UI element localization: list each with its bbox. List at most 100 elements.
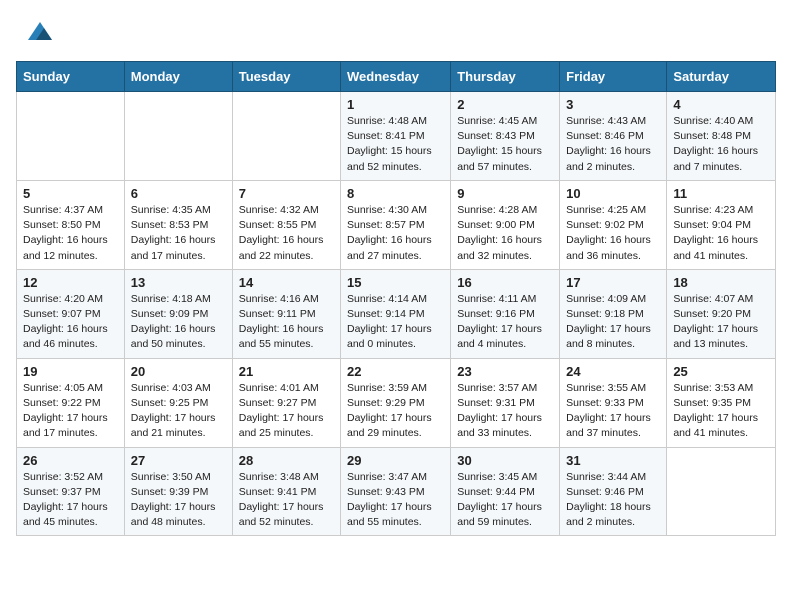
cell-info: Sunrise: 4:23 AM Sunset: 9:04 PM Dayligh… <box>673 203 769 264</box>
day-number: 12 <box>23 275 118 290</box>
cell-info: Sunrise: 4:48 AM Sunset: 8:41 PM Dayligh… <box>347 114 444 175</box>
logo <box>24 18 54 51</box>
cell-info: Sunrise: 4:35 AM Sunset: 8:53 PM Dayligh… <box>131 203 226 264</box>
cell-info: Sunrise: 3:52 AM Sunset: 9:37 PM Dayligh… <box>23 470 118 531</box>
cell-info: Sunrise: 3:47 AM Sunset: 9:43 PM Dayligh… <box>347 470 444 531</box>
day-number: 23 <box>457 364 553 379</box>
cell-info: Sunrise: 4:03 AM Sunset: 9:25 PM Dayligh… <box>131 381 226 442</box>
calendar-cell: 27 Sunrise: 3:50 AM Sunset: 9:39 PM Dayli… <box>124 447 232 536</box>
cell-info: Sunrise: 3:50 AM Sunset: 9:39 PM Dayligh… <box>131 470 226 531</box>
calendar-cell: 26 Sunrise: 3:52 AM Sunset: 9:37 PM Dayli… <box>17 447 125 536</box>
calendar-cell: 31 Sunrise: 3:44 AM Sunset: 9:46 PM Dayli… <box>560 447 667 536</box>
cell-info: Sunrise: 4:09 AM Sunset: 9:18 PM Dayligh… <box>566 292 660 353</box>
logo-icon <box>26 18 54 46</box>
calendar-container: SundayMondayTuesdayWednesdayThursdayFrid… <box>0 61 792 552</box>
day-number: 15 <box>347 275 444 290</box>
calendar-cell: 22 Sunrise: 3:59 AM Sunset: 9:29 PM Dayli… <box>341 358 451 447</box>
cell-info: Sunrise: 4:32 AM Sunset: 8:55 PM Dayligh… <box>239 203 334 264</box>
day-number: 9 <box>457 186 553 201</box>
calendar-cell: 2Sunrise: 4:45 AM Sunset: 8:43 PM Daylig… <box>451 92 560 181</box>
cell-info: Sunrise: 3:48 AM Sunset: 9:41 PM Dayligh… <box>239 470 334 531</box>
calendar-cell: 4Sunrise: 4:40 AM Sunset: 8:48 PM Daylig… <box>667 92 776 181</box>
calendar-table: SundayMondayTuesdayWednesdayThursdayFrid… <box>16 61 776 536</box>
day-number: 26 <box>23 453 118 468</box>
cell-info: Sunrise: 4:07 AM Sunset: 9:20 PM Dayligh… <box>673 292 769 353</box>
calendar-cell: 6 Sunrise: 4:35 AM Sunset: 8:53 PM Daylig… <box>124 180 232 269</box>
weekday-header-sunday: Sunday <box>17 62 125 92</box>
day-number: 1 <box>347 97 444 112</box>
day-number: 27 <box>131 453 226 468</box>
cell-info: Sunrise: 4:37 AM Sunset: 8:50 PM Dayligh… <box>23 203 118 264</box>
calendar-cell: 3Sunrise: 4:43 AM Sunset: 8:46 PM Daylig… <box>560 92 667 181</box>
cell-info: Sunrise: 4:40 AM Sunset: 8:48 PM Dayligh… <box>673 114 769 175</box>
day-number: 6 <box>131 186 226 201</box>
calendar-cell: 12 Sunrise: 4:20 AM Sunset: 9:07 PM Dayli… <box>17 269 125 358</box>
calendar-cell: 24Sunrise: 3:55 AM Sunset: 9:33 PM Dayli… <box>560 358 667 447</box>
calendar-cell <box>17 92 125 181</box>
weekday-header-friday: Friday <box>560 62 667 92</box>
cell-info: Sunrise: 4:25 AM Sunset: 9:02 PM Dayligh… <box>566 203 660 264</box>
weekday-header-wednesday: Wednesday <box>341 62 451 92</box>
calendar-cell: 15 Sunrise: 4:14 AM Sunset: 9:14 PM Dayli… <box>341 269 451 358</box>
weekday-row: SundayMondayTuesdayWednesdayThursdayFrid… <box>17 62 776 92</box>
week-row-1: 5 Sunrise: 4:37 AM Sunset: 8:50 PM Daylig… <box>17 180 776 269</box>
day-number: 8 <box>347 186 444 201</box>
day-number: 5 <box>23 186 118 201</box>
day-number: 25 <box>673 364 769 379</box>
day-number: 22 <box>347 364 444 379</box>
calendar-cell: 18 Sunrise: 4:07 AM Sunset: 9:20 PM Dayli… <box>667 269 776 358</box>
cell-info: Sunrise: 4:18 AM Sunset: 9:09 PM Dayligh… <box>131 292 226 353</box>
calendar-cell: 23 Sunrise: 3:57 AM Sunset: 9:31 PM Dayli… <box>451 358 560 447</box>
cell-info: Sunrise: 3:59 AM Sunset: 9:29 PM Dayligh… <box>347 381 444 442</box>
day-number: 19 <box>23 364 118 379</box>
calendar-cell: 9Sunrise: 4:28 AM Sunset: 9:00 PM Daylig… <box>451 180 560 269</box>
calendar-cell: 1 Sunrise: 4:48 AM Sunset: 8:41 PM Daylig… <box>341 92 451 181</box>
day-number: 30 <box>457 453 553 468</box>
day-number: 28 <box>239 453 334 468</box>
week-row-0: 1 Sunrise: 4:48 AM Sunset: 8:41 PM Daylig… <box>17 92 776 181</box>
cell-info: Sunrise: 3:53 AM Sunset: 9:35 PM Dayligh… <box>673 381 769 442</box>
calendar-cell: 20 Sunrise: 4:03 AM Sunset: 9:25 PM Dayli… <box>124 358 232 447</box>
day-number: 20 <box>131 364 226 379</box>
cell-info: Sunrise: 4:05 AM Sunset: 9:22 PM Dayligh… <box>23 381 118 442</box>
cell-info: Sunrise: 4:01 AM Sunset: 9:27 PM Dayligh… <box>239 381 334 442</box>
weekday-header-saturday: Saturday <box>667 62 776 92</box>
day-number: 29 <box>347 453 444 468</box>
day-number: 13 <box>131 275 226 290</box>
calendar-cell: 21 Sunrise: 4:01 AM Sunset: 9:27 PM Dayli… <box>232 358 340 447</box>
day-number: 18 <box>673 275 769 290</box>
cell-info: Sunrise: 4:45 AM Sunset: 8:43 PM Dayligh… <box>457 114 553 175</box>
calendar-cell: 8Sunrise: 4:30 AM Sunset: 8:57 PM Daylig… <box>341 180 451 269</box>
day-number: 24 <box>566 364 660 379</box>
day-number: 16 <box>457 275 553 290</box>
cell-info: Sunrise: 3:44 AM Sunset: 9:46 PM Dayligh… <box>566 470 660 531</box>
day-number: 7 <box>239 186 334 201</box>
cell-info: Sunrise: 4:16 AM Sunset: 9:11 PM Dayligh… <box>239 292 334 353</box>
calendar-cell: 14 Sunrise: 4:16 AM Sunset: 9:11 PM Dayli… <box>232 269 340 358</box>
cell-info: Sunrise: 4:20 AM Sunset: 9:07 PM Dayligh… <box>23 292 118 353</box>
calendar-cell: 29 Sunrise: 3:47 AM Sunset: 9:43 PM Dayli… <box>341 447 451 536</box>
calendar-cell <box>124 92 232 181</box>
weekday-header-tuesday: Tuesday <box>232 62 340 92</box>
day-number: 21 <box>239 364 334 379</box>
day-number: 10 <box>566 186 660 201</box>
weekday-header-thursday: Thursday <box>451 62 560 92</box>
cell-info: Sunrise: 4:14 AM Sunset: 9:14 PM Dayligh… <box>347 292 444 353</box>
weekday-header-monday: Monday <box>124 62 232 92</box>
calendar-header: SundayMondayTuesdayWednesdayThursdayFrid… <box>17 62 776 92</box>
week-row-3: 19 Sunrise: 4:05 AM Sunset: 9:22 PM Dayli… <box>17 358 776 447</box>
calendar-cell: 7 Sunrise: 4:32 AM Sunset: 8:55 PM Daylig… <box>232 180 340 269</box>
day-number: 11 <box>673 186 769 201</box>
week-row-2: 12 Sunrise: 4:20 AM Sunset: 9:07 PM Dayli… <box>17 269 776 358</box>
cell-info: Sunrise: 3:57 AM Sunset: 9:31 PM Dayligh… <box>457 381 553 442</box>
day-number: 3 <box>566 97 660 112</box>
cell-info: Sunrise: 3:45 AM Sunset: 9:44 PM Dayligh… <box>457 470 553 531</box>
cell-info: Sunrise: 4:11 AM Sunset: 9:16 PM Dayligh… <box>457 292 553 353</box>
day-number: 14 <box>239 275 334 290</box>
week-row-4: 26 Sunrise: 3:52 AM Sunset: 9:37 PM Dayli… <box>17 447 776 536</box>
calendar-cell: 13 Sunrise: 4:18 AM Sunset: 9:09 PM Dayli… <box>124 269 232 358</box>
calendar-cell: 17Sunrise: 4:09 AM Sunset: 9:18 PM Dayli… <box>560 269 667 358</box>
day-number: 31 <box>566 453 660 468</box>
calendar-cell: 28 Sunrise: 3:48 AM Sunset: 9:41 PM Dayli… <box>232 447 340 536</box>
page-header <box>0 0 792 61</box>
